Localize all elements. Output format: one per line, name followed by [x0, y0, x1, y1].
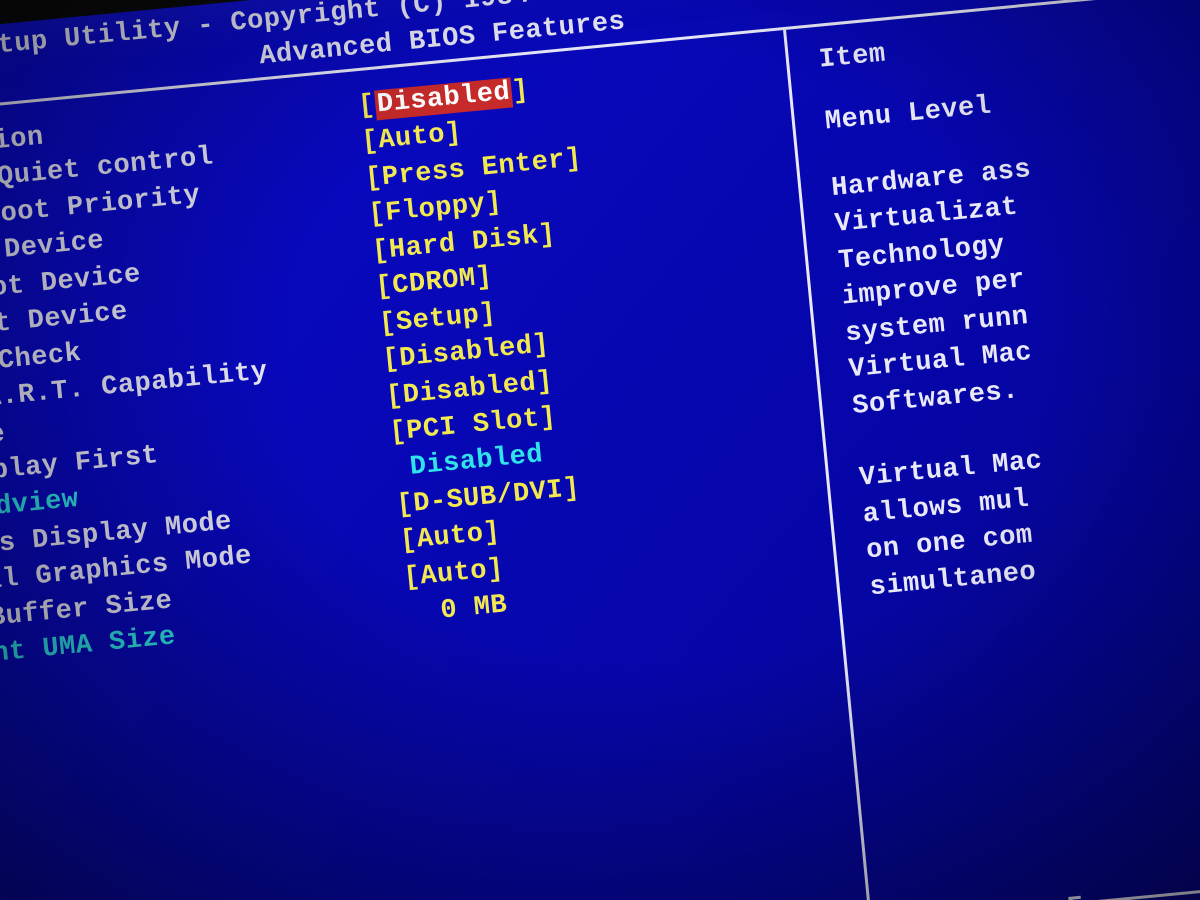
monitor-photo: CMOS Setup Utility - Copyright (C) 1984-…	[0, 0, 1200, 900]
bios-screen[interactable]: CMOS Setup Utility - Copyright (C) 1984-…	[0, 0, 1200, 900]
help-text: Hardware assVirtualizatTechnologyimprove…	[830, 125, 1200, 606]
help-panel: Item Menu Level Hardware assVirtualizatT…	[798, 0, 1200, 900]
content-frame: tualization[Disabled] K8 Cool&Quiet cont…	[0, 0, 1200, 900]
settings-list[interactable]: tualization[Disabled] K8 Cool&Quiet cont…	[0, 30, 869, 900]
footer-hint: F	[1065, 890, 1085, 900]
